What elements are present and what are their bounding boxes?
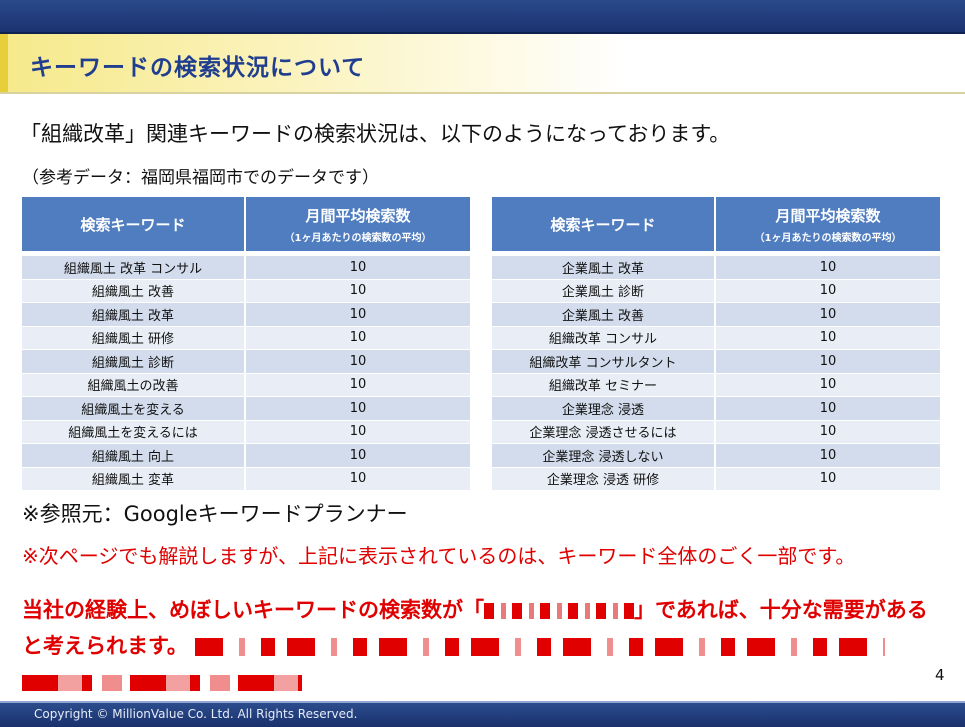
top-header-bar (0, 0, 965, 34)
search-count-cell: 10 (715, 325, 940, 350)
search-count-cell: 10 (245, 419, 470, 444)
monthly-header-main: 月間平均検索数 (305, 206, 411, 225)
footer-bar: Copyright © MillionValue Co. Ltd. All Ri… (0, 701, 965, 727)
search-count-cell: 10 (715, 419, 940, 444)
monthly-header-sub: （1ヶ月あたりの検索数の平均） (754, 232, 902, 244)
monthly-header-main: 月間平均検索数 (775, 206, 881, 225)
column-header-keyword: 検索キーワード (492, 197, 716, 251)
reference-note: （参考データ：福岡県福岡市でのデータです） (22, 168, 379, 188)
search-count-cell: 10 (245, 396, 470, 420)
search-count-cell: 10 (715, 443, 940, 467)
column-header-monthly: 月間平均検索数 （1ヶ月あたりの検索数の平均） (245, 197, 470, 251)
experience-statement-part1: 当社の経験上、めぼしいキーワードの検索数が「 (22, 598, 484, 622)
keyword-cell: 組織改革 コンサル (492, 325, 716, 350)
search-count-cell: 10 (245, 443, 470, 467)
search-count-cell: 10 (715, 372, 940, 397)
keyword-cell: 企業風土 診断 (492, 278, 716, 303)
keyword-cell: 企業風土 改善 (492, 302, 716, 326)
search-count-cell: 10 (245, 466, 470, 490)
title-band: キーワードの検索状況について (0, 34, 965, 94)
table-row: 組織改革 コンサルタント 10 (492, 349, 940, 373)
search-count-cell: 10 (715, 466, 940, 490)
keyword-cell: 組織風土 変革 (22, 466, 246, 490)
keyword-cell: 組織風土 改善 (22, 278, 246, 303)
experience-statement: 当社の経験上、めぼしいキーワードの検索数が「 」であれば、十分な需要があると考えら… (22, 592, 947, 700)
keyword-cell: 組織改革 コンサルタント (492, 349, 716, 373)
keyword-table-left: 検索キーワード 月間平均検索数 （1ヶ月あたりの検索数の平均） 組織風土 改革 … (22, 197, 470, 490)
source-reference: ※参照元：Googleキーワードプランナー (22, 502, 408, 526)
table-row: 組織風土 向上 10 (22, 443, 470, 467)
search-count-cell: 10 (715, 396, 940, 420)
search-count-cell: 10 (715, 278, 940, 303)
column-header-keyword: 検索キーワード (22, 197, 246, 251)
monthly-header-sub: （1ヶ月あたりの検索数の平均） (284, 232, 432, 244)
keyword-cell: 組織風土を変える (22, 396, 246, 420)
table-row: 組織改革 コンサル 10 (492, 325, 940, 350)
table-row: 組織改革 セミナー 10 (492, 372, 940, 397)
search-count-cell: 10 (715, 255, 940, 279)
red-note: ※次ページでも解説しますが、上記に表示されているのは、キーワード全体のごく一部で… (22, 544, 856, 568)
table-row: 組織風土 診断 10 (22, 349, 470, 373)
keyword-cell: 組織風土 診断 (22, 349, 246, 373)
keyword-cell: 企業理念 浸透させるには (492, 419, 716, 444)
keyword-cell: 組織風土の改善 (22, 372, 246, 397)
table-row: 企業風土 診断 10 (492, 278, 940, 303)
keyword-cell: 組織風土 改革 コンサル (22, 255, 246, 279)
table-row: 企業風土 改革 10 (492, 255, 940, 279)
table-row: 企業理念 浸透しない 10 (492, 443, 940, 467)
search-count-cell: 10 (245, 325, 470, 350)
keyword-cell: 組織風土 研修 (22, 325, 246, 350)
redacted-block (22, 675, 302, 691)
search-count-cell: 10 (715, 302, 940, 326)
table-row: 組織風土 研修 10 (22, 325, 470, 350)
search-count-cell: 10 (245, 349, 470, 373)
keyword-cell: 組織風土を変えるには (22, 419, 246, 444)
column-header-monthly: 月間平均検索数 （1ヶ月あたりの検索数の平均） (715, 197, 940, 251)
table-row: 企業理念 浸透 10 (492, 396, 940, 420)
keyword-cell: 組織風土 向上 (22, 443, 246, 467)
keyword-cell: 企業理念 浸透 (492, 396, 716, 420)
redacted-block (484, 603, 634, 619)
table-row: 組織風土を変えるには 10 (22, 419, 470, 444)
search-count-cell: 10 (245, 255, 470, 279)
keyword-cell: 企業理念 浸透しない (492, 443, 716, 467)
table-row: 組織風土 改革 コンサル 10 (22, 255, 470, 279)
keyword-table-right: 検索キーワード 月間平均検索数 （1ヶ月あたりの検索数の平均） 企業風土 改革 1… (492, 197, 940, 490)
keyword-cell: 組織風土 改革 (22, 302, 246, 326)
redacted-block (195, 638, 886, 656)
table-row: 組織風土を変える 10 (22, 396, 470, 420)
table-row: 組織風土 変革 10 (22, 466, 470, 490)
table-row: 企業理念 浸透 研修 10 (492, 466, 940, 490)
keyword-cell: 企業理念 浸透 研修 (492, 466, 716, 490)
table-row: 企業理念 浸透させるには 10 (492, 419, 940, 444)
table-row: 組織風土 改革 10 (22, 302, 470, 326)
search-count-cell: 10 (245, 372, 470, 397)
keyword-cell: 企業風土 改革 (492, 255, 716, 279)
keyword-cell: 組織改革 セミナー (492, 372, 716, 397)
page-number: 4 (935, 666, 945, 684)
table-row: 組織風土 改善 10 (22, 278, 470, 303)
title-accent-bar (0, 34, 8, 92)
slide-title: キーワードの検索状況について (30, 55, 366, 81)
search-count-cell: 10 (245, 302, 470, 326)
search-count-cell: 10 (715, 349, 940, 373)
table-row: 企業風土 改善 10 (492, 302, 940, 326)
intro-text: 「組織改革」関連キーワードの検索状況は、以下のようになっております。 (20, 122, 731, 146)
search-count-cell: 10 (245, 278, 470, 303)
table-row: 組織風土の改善 10 (22, 372, 470, 397)
copyright-text: Copyright © MillionValue Co. Ltd. All Ri… (34, 707, 358, 721)
